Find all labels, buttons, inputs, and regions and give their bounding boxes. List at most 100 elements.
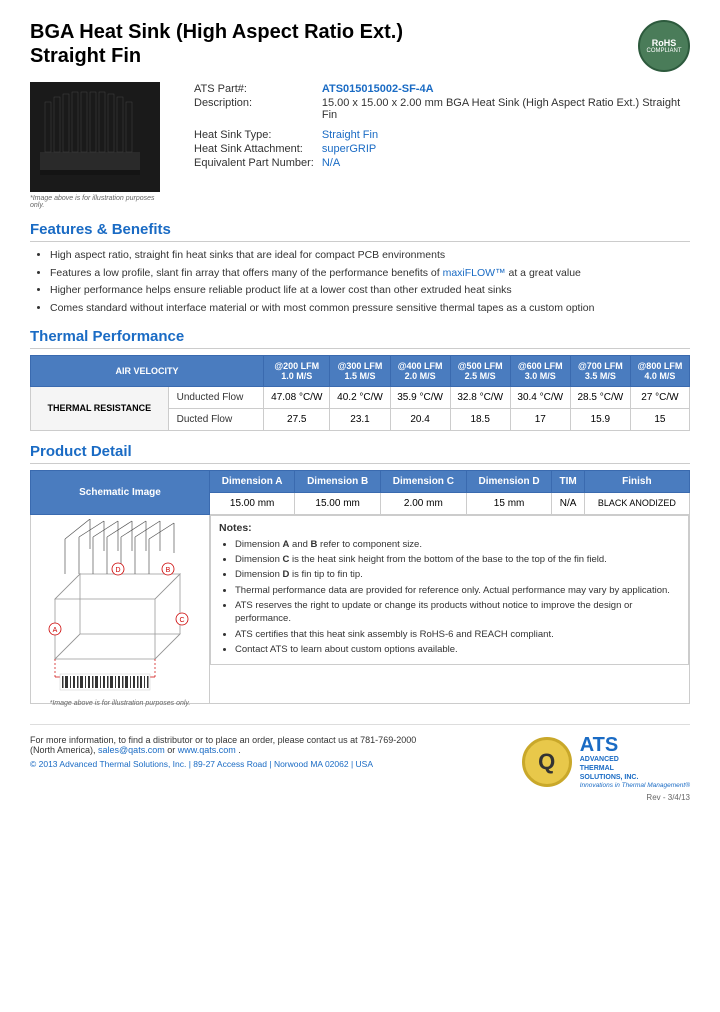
svg-text:D: D (115, 567, 120, 574)
tim-value: N/A (552, 492, 584, 514)
maxiflow-link: maxiFLOW™ (443, 267, 506, 279)
schematic-caption: *Image above is for illustration purpose… (35, 700, 205, 707)
description-value: 15.00 x 15.00 x 2.00 mm BGA Heat Sink (H… (318, 96, 690, 122)
header-section: BGA Heat Sink (High Aspect Ratio Ext.) S… (30, 20, 690, 72)
title-line1: BGA Heat Sink (High Aspect Ratio Ext.) S… (30, 20, 403, 68)
spec-table: ATS Part#: ATS015015002-SF-4A Descriptio… (190, 82, 690, 170)
description-label: Description: (190, 96, 318, 122)
unducted-val-3: 35.9 °C/W (390, 386, 450, 408)
unducted-val-1: 47.08 °C/W (264, 386, 330, 408)
unducted-flow-label: Unducted Flow (168, 386, 263, 408)
notes-title: Notes: (219, 522, 680, 534)
dim-a-header: Dimension A (210, 470, 295, 492)
ats-brand-text: ATS (580, 735, 690, 755)
ats-full-name: ADVANCED THERMAL SOLUTIONS, INC. (580, 755, 690, 782)
air-velocity-header: AIR VELOCITY (31, 355, 264, 386)
col-400lfm: @400 LFM2.0 M/S (390, 355, 450, 386)
dim-b-header: Dimension B (295, 470, 381, 492)
col-500lfm: @500 LFM2.5 M/S (450, 355, 510, 386)
dim-c-value: 2.00 mm (381, 492, 467, 514)
attachment-label: Heat Sink Attachment: (190, 142, 318, 156)
svg-text:C: C (179, 617, 184, 624)
product-title: BGA Heat Sink (High Aspect Ratio Ext.) S… (30, 20, 403, 68)
schematic-header: Schematic Image (31, 470, 210, 514)
ats-logo-circle: Q (522, 737, 572, 787)
ducted-val-1: 27.5 (264, 408, 330, 430)
thermal-resistance-label: THERMAL RESISTANCE (31, 386, 169, 430)
dim-d-value: 15 mm (466, 492, 552, 514)
svg-text:A: A (53, 627, 58, 634)
unducted-val-7: 27 °C/W (630, 386, 689, 408)
footer-copyright: © 2013 Advanced Thermal Solutions, Inc. … (30, 759, 430, 769)
col-700lfm: @700 LFM3.5 M/S (570, 355, 630, 386)
svg-text:B: B (166, 567, 171, 574)
ats-part-label: ATS Part#: (190, 82, 318, 96)
unducted-val-5: 30.4 °C/W (510, 386, 570, 408)
ducted-val-3: 20.4 (390, 408, 450, 430)
schematic-image-area: D A B C (35, 519, 205, 699)
feature-item-1: High aspect ratio, straight fin heat sin… (50, 248, 690, 263)
ats-part-value: ATS015015002-SF-4A (318, 82, 690, 96)
note-1: Dimension A and B refer to component siz… (235, 538, 680, 551)
features-list: High aspect ratio, straight fin heat sin… (30, 248, 690, 316)
finish-header: Finish (584, 470, 689, 492)
detail-table: Schematic Image Dimension A Dimension B … (30, 470, 690, 704)
schematic-image-cell: D A B C (31, 514, 210, 703)
notes-section: Notes: Dimension A and B refer to compon… (210, 515, 689, 665)
heat-sink-type-value: Straight Fin (318, 128, 690, 142)
thermal-section-header: Thermal Performance (30, 328, 690, 349)
feature-item-4: Comes standard without interface materia… (50, 301, 690, 316)
page: BGA Heat Sink (High Aspect Ratio Ext.) S… (0, 0, 720, 1012)
ducted-val-2: 23.1 (330, 408, 390, 430)
ducted-val-6: 15.9 (570, 408, 630, 430)
footer: For more information, to find a distribu… (30, 724, 690, 789)
image-caption: *Image above is for illustration purpose… (30, 195, 170, 209)
footer-logo: Q ATS ADVANCED THERMAL SOLUTIONS, INC. I… (522, 735, 690, 789)
feature-item-3: Higher performance helps ensure reliable… (50, 283, 690, 298)
rev-text: Rev - 3/4/13 (30, 793, 690, 802)
unducted-val-4: 32.8 °C/W (450, 386, 510, 408)
notes-list: Dimension A and B refer to component siz… (219, 538, 680, 656)
features-section-header: Features & Benefits (30, 221, 690, 242)
unducted-val-6: 28.5 °C/W (570, 386, 630, 408)
dim-d-header: Dimension D (466, 470, 552, 492)
product-image (30, 82, 160, 192)
col-200lfm: @200 LFM1.0 M/S (264, 355, 330, 386)
equivalent-value: N/A (318, 156, 690, 170)
ducted-val-4: 18.5 (450, 408, 510, 430)
footer-left: For more information, to find a distribu… (30, 735, 430, 769)
col-300lfm: @300 LFM1.5 M/S (330, 355, 390, 386)
note-7: Contact ATS to learn about custom option… (235, 643, 680, 656)
footer-contact: For more information, to find a distribu… (30, 735, 430, 755)
note-2: Dimension C is the heat sink height from… (235, 553, 680, 566)
note-6: ATS certifies that this heat sink assemb… (235, 628, 680, 641)
col-600lfm: @600 LFM3.0 M/S (510, 355, 570, 386)
ats-brand-block: ATS ADVANCED THERMAL SOLUTIONS, INC. Inn… (580, 735, 690, 789)
notes-cell: Notes: Dimension A and B refer to compon… (210, 514, 690, 703)
note-4: Thermal performance data are provided fo… (235, 584, 680, 597)
note-5: ATS reserves the right to update or chan… (235, 599, 680, 626)
footer-website[interactable]: www.qats.com (178, 745, 236, 755)
product-detail-section-header: Product Detail (30, 443, 690, 464)
product-specs: ATS Part#: ATS015015002-SF-4A Descriptio… (190, 82, 690, 209)
ducted-val-7: 15 (630, 408, 689, 430)
feature-item-2: Features a low profile, slant fin array … (50, 266, 690, 281)
product-image-container: *Image above is for illustration purpose… (30, 82, 170, 209)
ats-tagline: Innovations in Thermal Management® (580, 782, 690, 789)
attachment-value: superGRIP (318, 142, 690, 156)
heat-sink-type-label: Heat Sink Type: (190, 128, 318, 142)
thermal-table: AIR VELOCITY @200 LFM1.0 M/S @300 LFM1.5… (30, 355, 690, 431)
col-800lfm: @800 LFM4.0 M/S (630, 355, 689, 386)
rohs-badge: RoHS COMPLIANT (638, 20, 690, 72)
ducted-val-5: 17 (510, 408, 570, 430)
dim-b-value: 15.00 mm (295, 492, 381, 514)
equivalent-label: Equivalent Part Number: (190, 156, 318, 170)
ducted-flow-label: Ducted Flow (168, 408, 263, 430)
unducted-val-2: 40.2 °C/W (330, 386, 390, 408)
footer-email[interactable]: sales@qats.com (98, 745, 165, 755)
note-3: Dimension D is fin tip to fin tip. (235, 568, 680, 581)
tim-header: TIM (552, 470, 584, 492)
dim-c-header: Dimension C (381, 470, 467, 492)
product-info-section: *Image above is for illustration purpose… (30, 82, 690, 209)
dim-a-value: 15.00 mm (210, 492, 295, 514)
